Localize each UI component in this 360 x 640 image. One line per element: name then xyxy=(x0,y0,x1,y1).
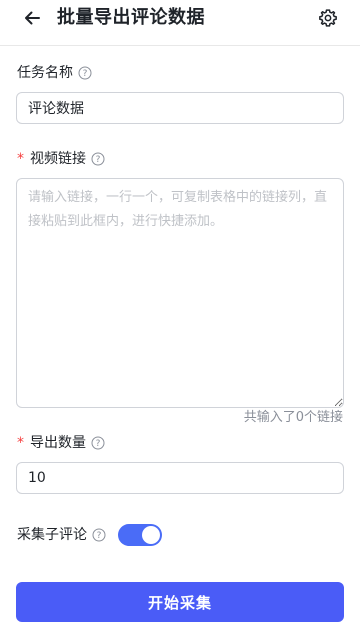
task-name-input[interactable] xyxy=(16,92,344,124)
task-name-help-icon[interactable]: ? xyxy=(78,66,92,80)
required-mark: * xyxy=(17,151,24,167)
export-count-label: 导出数量 xyxy=(30,435,86,451)
video-links-label-row: * 视频链接 ? xyxy=(17,149,105,169)
task-name-label: 任务名称 xyxy=(17,65,73,81)
toggle-knob xyxy=(142,526,160,544)
required-mark: * xyxy=(17,435,24,451)
export-count-label-row: * 导出数量 ? xyxy=(17,433,105,453)
svg-text:?: ? xyxy=(83,69,88,79)
settings-button[interactable] xyxy=(316,6,340,30)
top-bar: 批量导出评论数据 xyxy=(0,0,360,46)
export-count-help-icon[interactable]: ? xyxy=(91,436,105,450)
video-links-label: 视频链接 xyxy=(30,151,86,167)
page-title: 批量导出评论数据 xyxy=(57,7,205,28)
task-name-label-row: 任务名称 ? xyxy=(17,63,92,83)
sub-comments-help-icon[interactable]: ? xyxy=(92,528,106,542)
video-links-textarea[interactable] xyxy=(16,178,344,408)
start-collect-button[interactable]: 开始采集 xyxy=(16,582,344,622)
link-counter: 共输入了0个链接 xyxy=(243,410,343,425)
sub-comments-label: 采集子评论 xyxy=(17,527,87,543)
video-links-help-icon[interactable]: ? xyxy=(91,152,105,166)
svg-text:?: ? xyxy=(96,155,101,165)
back-button[interactable] xyxy=(20,6,44,30)
export-count-input[interactable] xyxy=(16,462,344,494)
arrow-left-icon xyxy=(25,11,40,25)
sub-comments-label-row: 采集子评论 ? xyxy=(17,525,106,545)
svg-text:?: ? xyxy=(97,531,102,541)
gear-icon xyxy=(319,9,337,27)
sub-comments-toggle[interactable] xyxy=(118,524,162,546)
svg-text:?: ? xyxy=(96,439,101,449)
